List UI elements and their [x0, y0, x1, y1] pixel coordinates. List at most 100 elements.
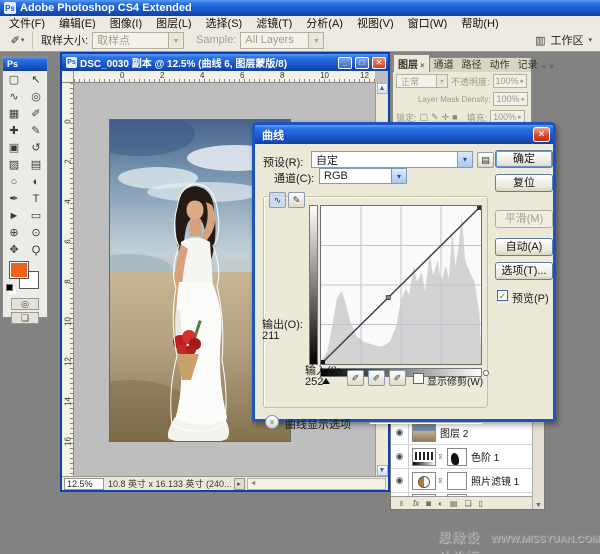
- preset-select[interactable]: 自定 ▾: [311, 151, 473, 168]
- delete-layer-icon[interactable]: ▯: [479, 499, 483, 508]
- horizontal-scrollbar[interactable]: ◄: [247, 478, 386, 490]
- add-mask-icon[interactable]: ◙: [426, 499, 431, 508]
- tab-layers[interactable]: 图层×: [393, 54, 430, 72]
- layer-name[interactable]: 色阶 1: [471, 449, 499, 464]
- tool-pen[interactable]: ✒: [3, 190, 25, 207]
- curves-dialog-title-bar[interactable]: 曲线 ✕: [255, 125, 553, 144]
- foreground-color-swatch[interactable]: [9, 261, 29, 279]
- dialog-close-button[interactable]: ✕: [533, 127, 550, 142]
- eye-icon[interactable]: ◉: [391, 445, 409, 468]
- tab-actions[interactable]: 动作: [486, 55, 514, 72]
- tool-crop[interactable]: ▦: [3, 105, 25, 122]
- layer-name[interactable]: 图层 2: [440, 425, 468, 440]
- zoom-level-field[interactable]: 12.5%: [64, 478, 104, 490]
- tool-healing-brush[interactable]: ✚: [3, 122, 25, 139]
- tool-quick-selection[interactable]: ◎: [25, 88, 47, 105]
- tool-blur[interactable]: ○: [3, 173, 25, 190]
- ruler-number: 16: [64, 437, 73, 447]
- tool-hand[interactable]: ✥: [3, 241, 25, 258]
- layer-thumbnail[interactable]: [412, 424, 436, 442]
- tool-history-brush[interactable]: ↺: [25, 139, 47, 156]
- document-title-bar[interactable]: Ps DSC_0030 副本 @ 12.5% (曲线 6, 图层蒙版/8) _ …: [62, 54, 388, 71]
- collapse-panel-icon[interactable]: «: [542, 62, 546, 71]
- lock-paint-icon[interactable]: ✎: [431, 112, 439, 123]
- current-tool-button[interactable]: ✐ ▾: [3, 31, 33, 49]
- reset-button[interactable]: 复位: [495, 174, 553, 192]
- layer-row[interactable]: ◉ ∞ 色阶 1: [391, 445, 532, 469]
- scroll-left-icon[interactable]: ◄: [250, 480, 257, 487]
- minimize-button[interactable]: _: [338, 57, 352, 69]
- preview-checkbox[interactable]: ✓: [497, 290, 508, 301]
- tool-zoom[interactable]: Ϙ: [25, 241, 47, 258]
- quick-mask-button[interactable]: ◎: [11, 298, 39, 310]
- tab-history[interactable]: 记录: [514, 55, 542, 72]
- lock-all-icon[interactable]: ■: [452, 112, 457, 123]
- tool-type[interactable]: T: [25, 190, 47, 207]
- layer-row[interactable]: ◉ 图层 2: [391, 421, 532, 445]
- lock-transparency-icon[interactable]: ▢: [420, 112, 429, 123]
- tool-move[interactable]: ↖: [25, 71, 47, 88]
- highlight-slider-icon[interactable]: [483, 370, 489, 376]
- panel-menu-icon[interactable]: ≡: [549, 62, 554, 71]
- new-layer-icon[interactable]: ❏: [464, 499, 471, 508]
- lock-position-icon[interactable]: ✛: [442, 112, 450, 123]
- tool-brush[interactable]: ✎: [25, 122, 47, 139]
- white-point-eyedropper-button[interactable]: ✐: [389, 370, 406, 386]
- tool-rectangular-marquee[interactable]: ▢: [3, 71, 25, 88]
- tool-shape[interactable]: ▭: [25, 207, 47, 224]
- draw-curve-tool-button[interactable]: ✎: [288, 192, 305, 208]
- tool-3d-orbit[interactable]: ⊙: [25, 224, 47, 241]
- tab-close-icon[interactable]: ×: [420, 61, 425, 70]
- black-point-eyedropper-button[interactable]: ✐: [347, 370, 364, 386]
- layer-group-icon[interactable]: ▤: [450, 499, 458, 508]
- display-options-expander-button[interactable]: »: [265, 415, 279, 429]
- preset-options-button[interactable]: ▤: [477, 152, 494, 168]
- workspace-switcher[interactable]: 工作区: [550, 32, 583, 48]
- eye-icon[interactable]: ◉: [391, 421, 409, 444]
- screen-mode-button[interactable]: ❏: [11, 312, 39, 324]
- tool-eyedropper[interactable]: ✐: [25, 105, 47, 122]
- layer-mask-thumbnail[interactable]: [447, 448, 467, 466]
- tool-dodge[interactable]: ◐: [25, 173, 47, 190]
- tool-gradient[interactable]: ▤: [25, 156, 47, 173]
- adjustment-layer-icon[interactable]: ◐: [438, 499, 443, 508]
- restore-button[interactable]: □: [355, 57, 369, 69]
- select-arrow-icon: ▾: [457, 152, 472, 167]
- sample-size-label: 取样大小:: [41, 32, 88, 48]
- close-button[interactable]: ✕: [372, 57, 386, 69]
- ruler-number: 4: [64, 197, 73, 207]
- show-clipping-checkbox[interactable]: [413, 373, 424, 384]
- tab-channels[interactable]: 通道: [430, 55, 458, 72]
- layer-row[interactable]: ◉ ∞ 照片滤镜 1: [391, 469, 532, 493]
- auto-button[interactable]: 自动(A): [495, 238, 553, 256]
- link-layers-icon[interactable]: ∞: [397, 499, 406, 508]
- curve-grid[interactable]: [320, 205, 482, 365]
- toolbox-header[interactable]: Ps: [3, 57, 47, 71]
- status-menu-arrow-icon[interactable]: ▸: [234, 478, 245, 490]
- layer-mask-thumbnail[interactable]: [447, 472, 467, 490]
- gray-point-eyedropper-button[interactable]: ✐: [368, 370, 385, 386]
- select-arrow-icon: ▾: [391, 169, 406, 183]
- layer-style-icon[interactable]: fx: [413, 499, 419, 508]
- edit-points-tool-button[interactable]: ∿: [269, 192, 286, 208]
- scroll-down-icon[interactable]: ▼: [377, 465, 388, 476]
- scroll-down-icon[interactable]: ▼: [535, 502, 542, 509]
- tab-paths[interactable]: 路径: [458, 55, 486, 72]
- tool-path-selection[interactable]: ►: [3, 207, 25, 224]
- options-button[interactable]: 选项(T)...: [495, 262, 553, 280]
- eye-icon[interactable]: ◉: [391, 469, 409, 492]
- ruler-number: 2: [64, 157, 73, 167]
- channel-select[interactable]: RGB ▾: [319, 168, 407, 184]
- tool-lasso[interactable]: ∿: [3, 88, 25, 105]
- layer-name[interactable]: 照片滤镜 1: [471, 473, 519, 488]
- adjustment-thumbnail-photo-filter[interactable]: [412, 472, 436, 490]
- default-colors-icon[interactable]: [6, 284, 13, 291]
- layers-panel-scrollbar[interactable]: ▼: [532, 421, 544, 509]
- adjustment-thumbnail-levels[interactable]: [412, 448, 436, 466]
- tool-clone-stamp[interactable]: ▣: [3, 139, 25, 156]
- ok-button[interactable]: 确定: [495, 150, 553, 168]
- tool-3d-rotate[interactable]: ⊕: [3, 224, 25, 241]
- panel-tab-bar: 图层× 通道 路径 动作 记录 « ≡: [393, 58, 531, 72]
- tool-eraser[interactable]: ▨: [3, 156, 25, 173]
- scroll-up-icon[interactable]: ▲: [377, 83, 388, 94]
